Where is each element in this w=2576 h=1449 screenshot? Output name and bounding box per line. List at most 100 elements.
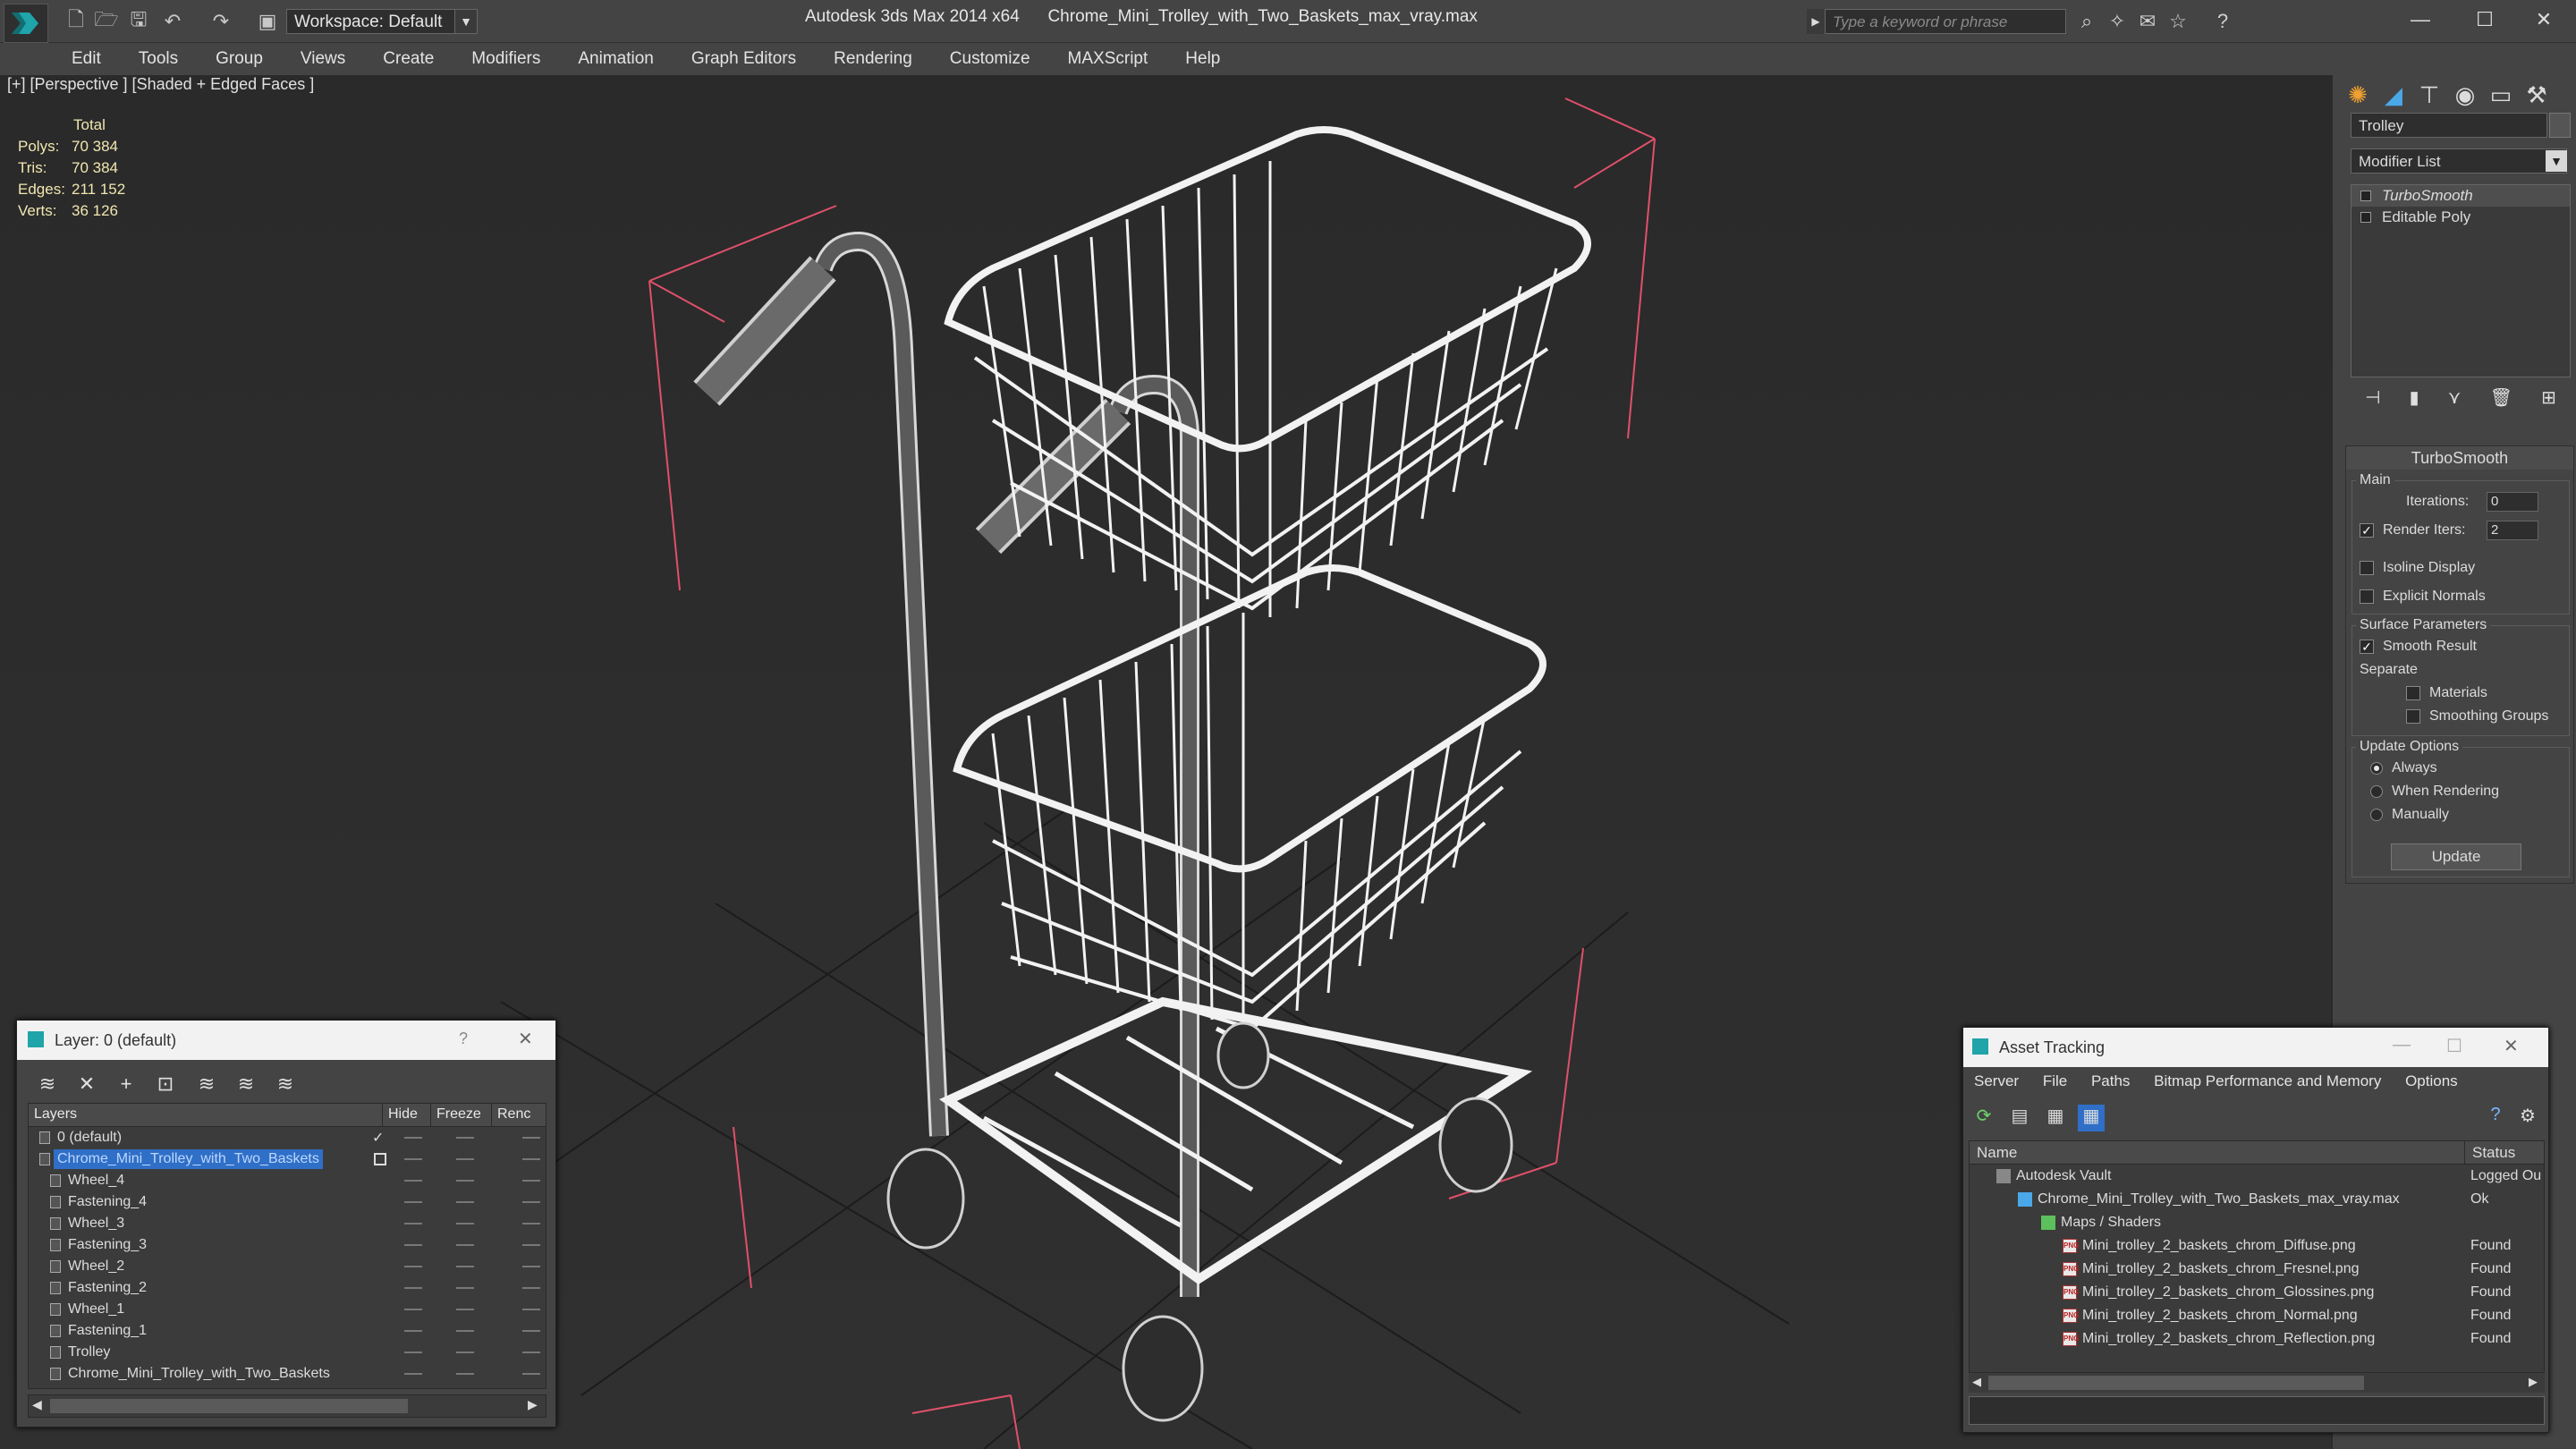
layer-row[interactable]: Wheel_1 (29, 1299, 546, 1320)
layer-toggle[interactable] (522, 1201, 540, 1203)
scroll-thumb[interactable] (50, 1399, 408, 1413)
smoothing-groups-checkbox[interactable] (2406, 709, 2420, 724)
layer-toggle[interactable] (522, 1330, 540, 1332)
layer-toggle[interactable] (404, 1309, 422, 1310)
layer-toggle[interactable] (522, 1180, 540, 1182)
iterations-spinner[interactable]: 0 (2487, 492, 2538, 512)
column-freeze[interactable]: Freeze (431, 1104, 492, 1126)
materials-option[interactable]: Materials (2406, 685, 2487, 701)
settings-icon[interactable]: ⚙ (2514, 1105, 2541, 1131)
help-icon[interactable]: ? (459, 1030, 468, 1048)
layer-toggle[interactable] (456, 1137, 474, 1139)
layer-toggle[interactable] (456, 1352, 474, 1353)
make-current-icon[interactable] (374, 1153, 386, 1165)
chevron-down-icon[interactable]: ▼ (2546, 150, 2567, 172)
highlight-layer-icon[interactable]: ≋ (189, 1071, 225, 1097)
configure-sets-icon[interactable]: ⊞ (2541, 386, 2556, 409)
layer-toggle[interactable] (456, 1373, 474, 1375)
menu-group[interactable]: Group (216, 49, 263, 69)
layer-row[interactable]: Wheel_2 (29, 1256, 546, 1277)
hierarchy-tab-icon[interactable]: ⊤ (2411, 75, 2447, 114)
asset-path-field[interactable] (1969, 1396, 2545, 1425)
minimize-icon[interactable]: — (2394, 4, 2447, 36)
favorites-icon[interactable]: ☆ (2165, 9, 2191, 34)
modifier-list-dropdown[interactable]: Modifier List (2351, 148, 2567, 174)
subscription-icon[interactable]: ✧ (2104, 9, 2131, 34)
render-iters-checkbox[interactable]: ✓ (2360, 523, 2374, 538)
redo-icon[interactable]: ↷ (208, 9, 234, 34)
maximize-icon[interactable]: ☐ (2458, 4, 2512, 36)
layer-row[interactable]: Fastening_1 (29, 1320, 546, 1342)
asset-row[interactable]: Maps / Shaders (1970, 1211, 2544, 1234)
asset-row[interactable]: PNG Mini_trolley_2_baskets_chrom_Glossine… (1970, 1281, 2544, 1304)
open-file-icon[interactable]: 🗁 (93, 8, 120, 34)
communication-icon[interactable]: ✉ (2134, 9, 2161, 34)
update-button[interactable]: Update (2391, 843, 2521, 870)
utilities-tab-icon[interactable]: ⚒ (2519, 75, 2555, 114)
workspace-dropdown[interactable]: Workspace: Default (286, 9, 456, 34)
layer-window-titlebar[interactable]: Layer: 0 (default) ? ✕ (17, 1021, 555, 1060)
motion-tab-icon[interactable]: ◉ (2447, 75, 2483, 114)
layer-row[interactable]: Fastening_2 (29, 1277, 546, 1299)
layer-toggle[interactable] (456, 1309, 474, 1310)
update-manually-option[interactable]: Manually (2370, 807, 2449, 823)
layer-toggle[interactable] (456, 1223, 474, 1224)
column-layers[interactable]: Layers (29, 1104, 383, 1126)
isoline-checkbox[interactable] (2360, 561, 2374, 575)
layer-row[interactable]: Chrome_Mini_Trolley_with_Two_Baskets (29, 1363, 546, 1385)
make-unique-icon[interactable]: ⋎ (2448, 386, 2462, 409)
layer-row[interactable]: Fastening_3 (29, 1234, 546, 1256)
create-layer-icon[interactable]: ≋ (30, 1071, 65, 1097)
layer-toggle[interactable] (404, 1244, 422, 1246)
list-view-icon[interactable]: ▤ (2006, 1105, 2033, 1131)
manually-radio[interactable] (2370, 809, 2383, 821)
menu-edit[interactable]: Edit (72, 49, 101, 69)
update-always-option[interactable]: Always (2370, 760, 2437, 776)
layer-toggle[interactable] (456, 1266, 474, 1267)
menu-bitmap-performance[interactable]: Bitmap Performance and Memory (2154, 1072, 2381, 1089)
menu-animation[interactable]: Animation (578, 49, 654, 69)
layer-toggle[interactable] (404, 1137, 422, 1139)
menu-graph-editors[interactable]: Graph Editors (691, 49, 796, 69)
smooth-result-checkbox[interactable]: ✓ (2360, 640, 2374, 654)
asset-row[interactable]: PNG Mini_trolley_2_baskets_chrom_Normal.p… (1970, 1304, 2544, 1327)
rollout-header[interactable]: TurboSmooth (2346, 446, 2573, 470)
current-layer-check-icon[interactable]: ✓ (372, 1129, 384, 1147)
maximize-icon[interactable]: ☐ (2446, 1035, 2462, 1057)
scroll-thumb[interactable] (1988, 1376, 2364, 1390)
layer-toggle[interactable] (456, 1287, 474, 1289)
scroll-right-icon[interactable]: ▶ (2529, 1375, 2538, 1389)
layer-toggle[interactable] (456, 1244, 474, 1246)
layer-toggle[interactable] (404, 1201, 422, 1203)
layer-toggle[interactable] (404, 1223, 422, 1224)
asset-row[interactable]: PNG Mini_trolley_2_baskets_chrom_Fresnel.… (1970, 1258, 2544, 1281)
layer-toggle[interactable] (522, 1287, 540, 1289)
menu-paths[interactable]: Paths (2091, 1072, 2130, 1089)
layer-toggle[interactable] (522, 1223, 540, 1224)
isoline-display-option[interactable]: Isoline Display (2360, 560, 2475, 576)
create-tab-icon[interactable]: ✺ (2340, 75, 2376, 114)
explicit-normals-option[interactable]: Explicit Normals (2360, 589, 2486, 605)
layer-toggle[interactable] (522, 1244, 540, 1246)
help-icon[interactable]: ? (2482, 1105, 2509, 1131)
scroll-left-icon[interactable]: ◀ (1972, 1375, 1981, 1389)
asset-row[interactable]: Autodesk Vault Logged Ou (1970, 1165, 2544, 1188)
asset-row[interactable]: PNG Mini_trolley_2_baskets_chrom_Diffuse.… (1970, 1234, 2544, 1258)
layer-toggle[interactable] (522, 1373, 540, 1375)
menu-rendering[interactable]: Rendering (834, 49, 912, 69)
project-folder-icon[interactable]: ▣ (254, 9, 281, 34)
display-tab-icon[interactable]: ▭ (2483, 75, 2519, 114)
layer-toggle[interactable] (522, 1158, 540, 1160)
layer-toggle[interactable] (456, 1180, 474, 1182)
undo-icon[interactable]: ↶ (159, 9, 186, 34)
layer-row[interactable]: 0 (default) ✓ (29, 1127, 546, 1148)
table-view-icon[interactable]: ▦ (2078, 1105, 2105, 1131)
menu-options[interactable]: Options (2405, 1072, 2458, 1089)
asset-row[interactable]: PNG Mini_trolley_2_baskets_chrom_Reflecti… (1970, 1327, 2544, 1351)
when-rendering-radio[interactable] (2370, 785, 2383, 798)
layer-toggle[interactable] (522, 1266, 540, 1267)
layer-toggle[interactable] (404, 1330, 422, 1332)
hide-all-layers-icon[interactable]: ≋ (228, 1071, 264, 1097)
layer-toggle[interactable] (456, 1330, 474, 1332)
layer-toggle[interactable] (404, 1352, 422, 1353)
